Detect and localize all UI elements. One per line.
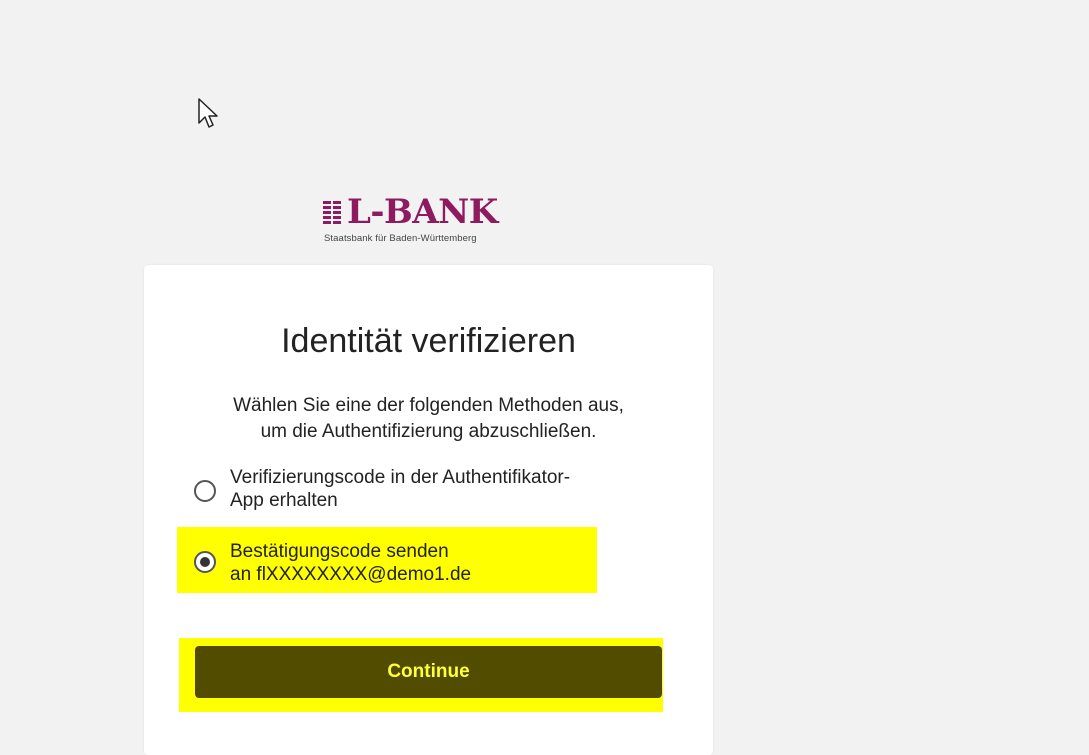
option-email-line-1: Bestätigungscode senden xyxy=(230,541,449,562)
l-bank-logo: L-BANK Staatsbank für Baden-Württemberg xyxy=(321,192,541,252)
continue-button[interactable]: Continue xyxy=(195,646,662,698)
logo-wordmark: L-BANK xyxy=(347,192,498,232)
instruction-text: Wählen Sie eine der folgenden Methoden a… xyxy=(144,393,713,445)
option-authenticator-label: Verifizierungscode in der Authentifikato… xyxy=(230,466,570,512)
logo-subtitle: Staatsbank für Baden-Württemberg xyxy=(324,233,477,244)
instruction-line-1: Wählen Sie eine der folgenden Methoden a… xyxy=(233,395,624,416)
page-title: Identität verifizieren xyxy=(281,322,576,360)
continue-highlight: Continue xyxy=(179,638,663,712)
mouse-pointer-icon xyxy=(198,98,218,128)
option-email-label: Bestätigungscode senden an flXXXXXXXX@de… xyxy=(230,540,471,586)
l-bank-emblem-icon xyxy=(323,201,341,224)
option-authenticator-line-2: App erhalten xyxy=(230,490,338,511)
radio-checked-icon[interactable] xyxy=(194,551,216,573)
instruction-line-2: um die Authentifizierung abzuschließen. xyxy=(260,421,597,442)
radio-unchecked-icon[interactable] xyxy=(194,480,216,502)
option-email-line-2: an flXXXXXXXX@demo1.de xyxy=(230,564,472,585)
option-email-code[interactable]: Bestätigungscode senden an flXXXXXXXX@de… xyxy=(177,527,597,593)
radio-dot xyxy=(200,557,210,567)
verification-card: Identität verifizieren Wählen Sie eine d… xyxy=(144,265,713,755)
option-authenticator-line-1: Verifizierungscode in der Authentifikato… xyxy=(230,467,571,488)
